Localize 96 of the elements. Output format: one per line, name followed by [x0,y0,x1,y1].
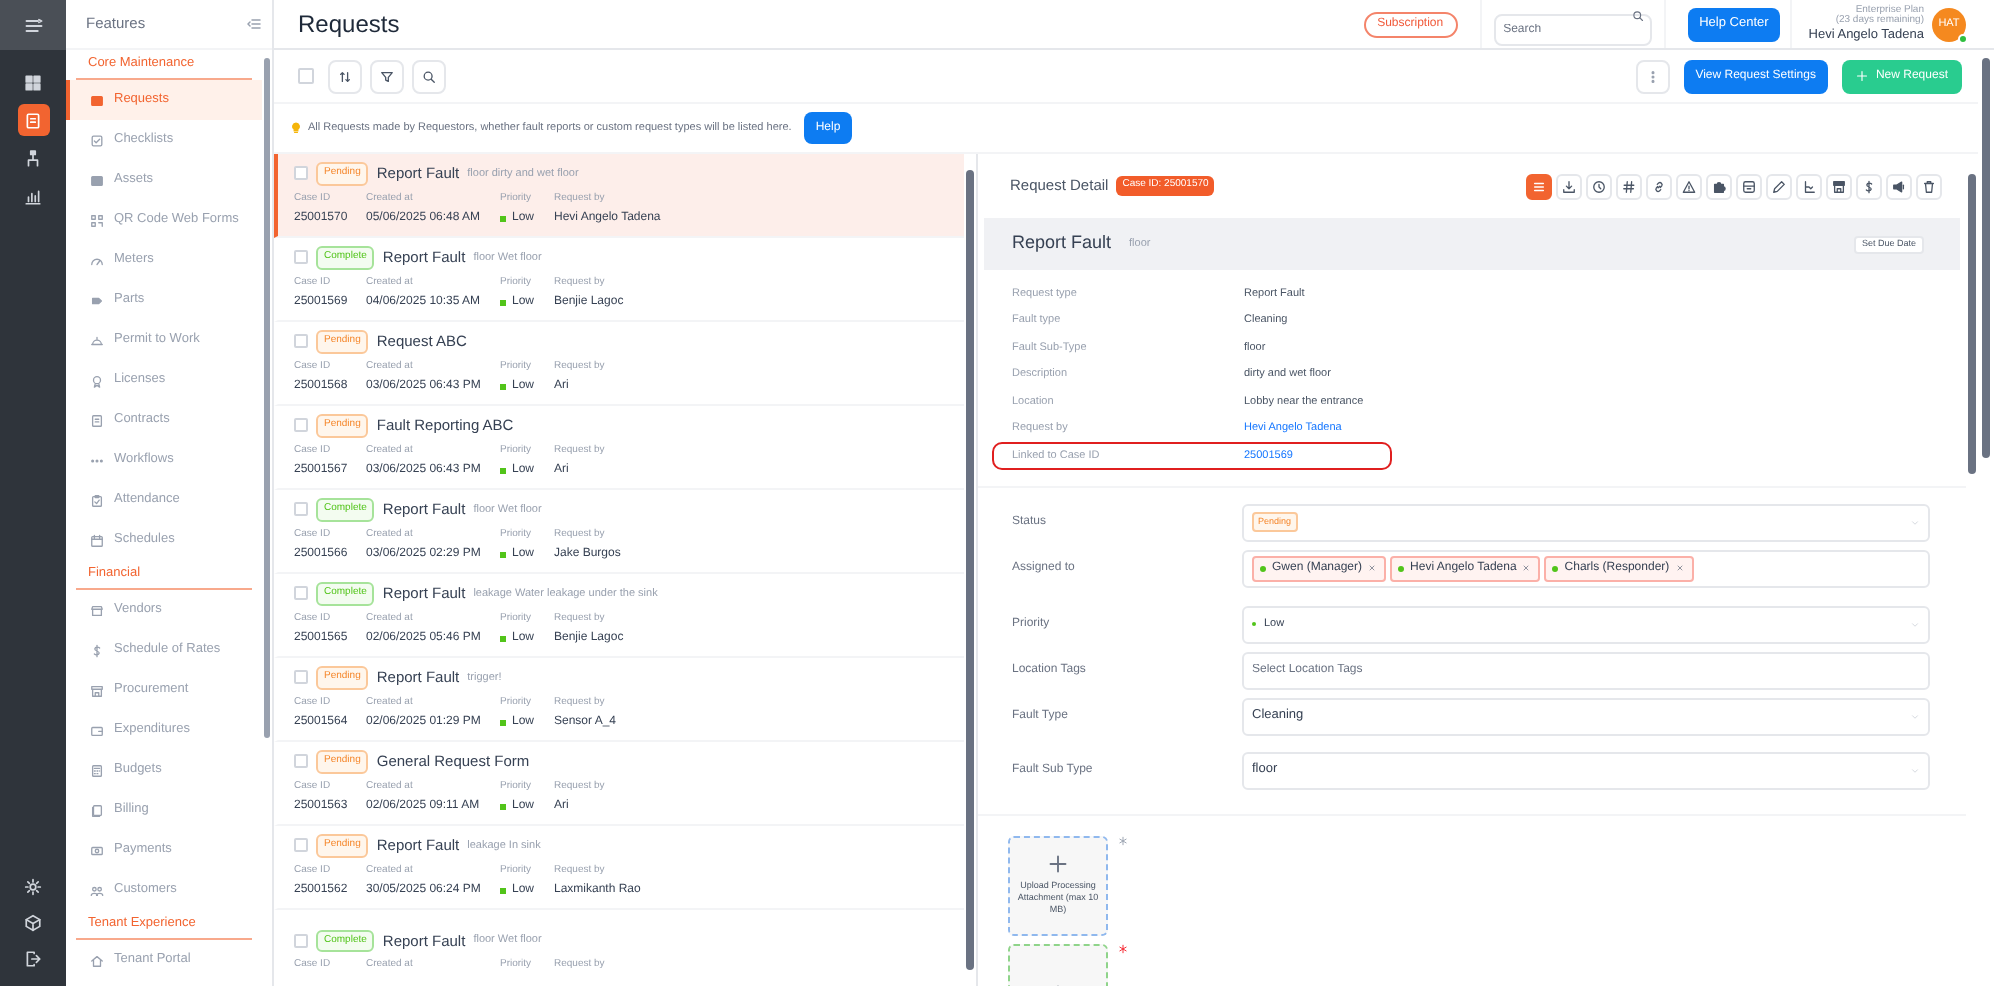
list-icon [1532,179,1546,193]
modules-button[interactable] [21,910,45,934]
lightbulb-icon [290,122,302,134]
chevron-down-icon [1910,619,1920,629]
row-checkbox[interactable] [294,933,308,948]
bills-icon [90,803,104,817]
bar-chart-icon [24,187,42,205]
row-checkbox[interactable] [294,250,308,265]
row-checkbox[interactable] [294,754,308,769]
hard-hat-icon [90,333,104,347]
pencil-icon [1772,179,1786,193]
row-checkbox[interactable] [294,670,308,685]
signature-icon [1802,179,1816,193]
scrollbar-thumb[interactable] [1982,58,1990,458]
remove-tag-button[interactable] [1368,563,1379,573]
details-view-button[interactable] [1526,173,1552,199]
download-button[interactable] [1556,173,1582,199]
exit-icon [24,949,42,967]
logout-button[interactable] [21,946,45,970]
page-title: Requests [298,8,400,42]
row-checkbox[interactable] [294,586,308,601]
row-checkbox[interactable] [294,166,308,181]
shop-icon [90,603,104,617]
download-icon [1562,179,1576,193]
hash-icon [1622,179,1636,193]
hash-button[interactable] [1616,173,1642,199]
select-all-checkbox[interactable] [298,68,314,84]
remove-tag-button[interactable] [1522,563,1533,573]
chevron-down-icon [1910,765,1920,775]
sort-button[interactable] [328,59,362,93]
dollar-icon [90,643,104,657]
tree-icon [24,149,42,167]
asterisk-icon [1118,943,1128,953]
gauge-icon [90,253,104,267]
row-checkbox[interactable] [294,838,308,853]
people-icon [90,883,104,897]
warning-button[interactable] [1676,173,1702,199]
delete-button[interactable] [1916,173,1942,199]
settings-button[interactable] [21,874,45,898]
announce-button[interactable] [1886,173,1912,199]
search-icon [1631,10,1644,22]
online-indicator [1958,33,1968,43]
search-button[interactable] [412,59,446,93]
menu-toggle-button[interactable] [21,13,45,37]
detail-heading: Report Fault [1012,230,1112,257]
requests-module-button[interactable] [17,104,49,136]
filter-icon [380,69,394,83]
plus-icon [1048,854,1068,875]
asterisk-icon [1118,835,1128,845]
signature-button[interactable] [1796,173,1822,199]
cost-button[interactable] [1856,173,1882,199]
calculator-icon [90,763,104,777]
gear-icon [24,877,42,895]
clock-icon [1592,179,1606,193]
edit-button[interactable] [1766,173,1792,199]
store-icon [90,683,104,697]
remove-tag-button[interactable] [1675,563,1686,573]
history-button[interactable] [1586,173,1612,199]
search-icon [422,69,436,83]
box-icon [90,173,104,187]
archive-button[interactable] [1736,173,1762,199]
puzzle-icon [1712,179,1726,193]
vendor-button[interactable] [1826,173,1852,199]
trash-icon [1922,179,1936,193]
link-button[interactable] [1646,173,1672,199]
row-checkbox[interactable] [294,502,308,517]
money-icon [90,843,104,857]
puzzle-button[interactable] [1706,173,1732,199]
row-checkbox[interactable] [294,334,308,349]
plus-icon [1855,70,1868,82]
scrollbar-thumb[interactable] [1968,174,1976,474]
megaphone-icon [1892,179,1906,193]
row-checkbox[interactable] [294,418,308,433]
clipboard-icon [90,493,104,507]
link-icon [1652,179,1666,193]
grid-icon [24,73,42,91]
sort-icon [338,69,352,83]
home-icon [90,953,104,967]
badge-icon [90,373,104,387]
chevron-down-icon [1910,517,1920,527]
wallet-icon [90,723,104,737]
menu-icon [23,15,43,35]
dollar-icon [1862,179,1876,193]
collapse-icon [246,15,262,31]
chevron-down-icon [1910,711,1920,721]
cube-icon [24,913,42,931]
part-icon [90,293,104,307]
filter-button[interactable] [370,59,404,93]
calendar-icon [90,533,104,547]
warning-icon [1682,179,1696,193]
checklist-icon [90,133,104,147]
scrollbar-thumb[interactable] [966,170,974,970]
scrollbar-thumb[interactable] [264,58,270,738]
storefront-icon [1832,179,1846,193]
qr-code-icon [90,213,104,227]
archive-icon [1742,179,1756,193]
